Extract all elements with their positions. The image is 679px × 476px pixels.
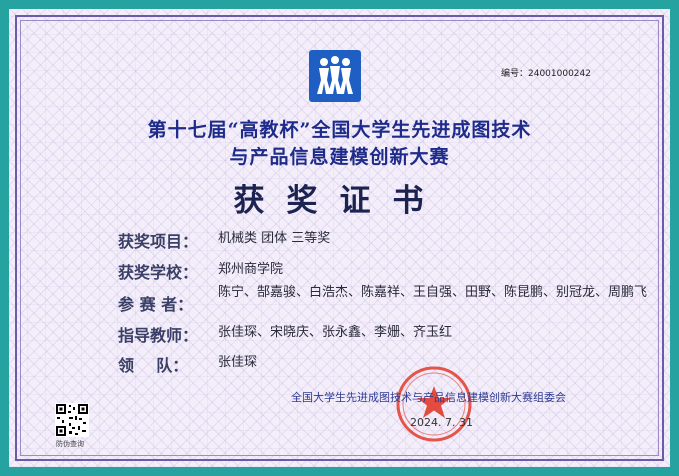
certificate-title-line1: 第十七届“高教杯”全国大学生先进成图技术 [147, 119, 532, 141]
school-value: 郑州商学院 [218, 262, 284, 277]
award-certificate-heading: 获奖证书 [233, 183, 446, 219]
certificate-title-line2: 与产品信息建模创新大赛 [229, 146, 450, 168]
organizer-name: 全国大学生先进成图技术与产品信息建模创新大赛组委会 [291, 391, 566, 404]
project-value: 机械类 团体 三等奖 [218, 231, 331, 246]
advisors-value: 张佳琛、宋晓庆、张永鑫、李姗、齐玉红 [218, 325, 453, 340]
participants-label: 参 赛 者： [118, 295, 194, 314]
anti-counterfeit-label: 防伪查询 [56, 440, 84, 448]
certificate: 编号：24001000242 第十七届“高教杯”全国大学生先进成图技术 与产品信… [0, 0, 679, 476]
leader-value: 张佳琛 [218, 355, 258, 370]
qr-code-icon[interactable] [55, 403, 89, 437]
competition-logo-icon [309, 50, 361, 102]
project-label: 获奖项目： [118, 232, 199, 251]
advisors-label: 指导教师： [118, 326, 199, 345]
issue-date: 2024. 7. 31 [410, 416, 473, 429]
serial-number: 编号：24001000242 [501, 69, 591, 79]
school-label: 获奖学校： [118, 263, 199, 282]
leader-label: 领 队： [118, 356, 189, 375]
participants-value: 陈宁、郜嘉骏、白浩杰、陈嘉祥、王自强、田野、陈昆鹏、别冠龙、周鹏飞 [218, 285, 648, 300]
